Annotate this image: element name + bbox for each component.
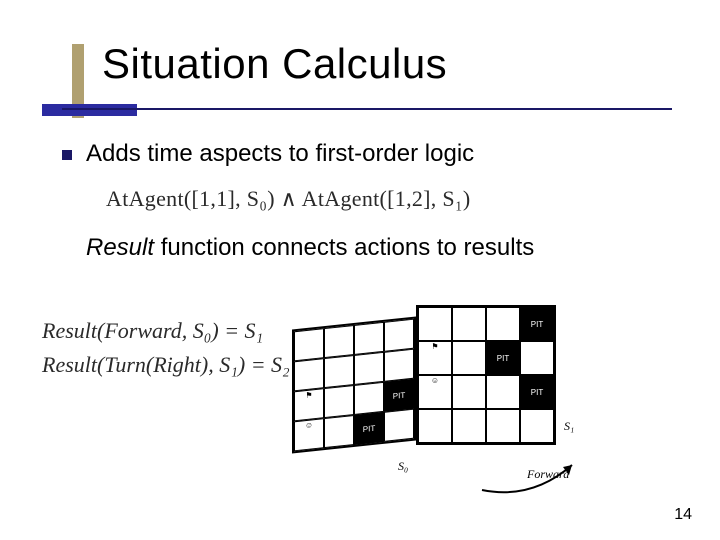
slide-title: Situation Calculus [62,40,680,88]
situation-grids-figure: ⚑PIT ☺PIT PIT ⚑PIT ☺PIT S₀ S₁ Forward [292,309,622,509]
pit-cell: PIT [520,307,554,341]
pit-cell: PIT [354,412,384,445]
result-italic: Result [86,234,154,261]
forward-arrow-icon [477,455,587,495]
slide-body: Adds time aspects to first-order logic A… [62,140,670,276]
title-underline [62,108,672,110]
page-number: 14 [674,506,692,524]
bullet-item-1: Adds time aspects to first-order logic [62,140,670,168]
pit-cell: PIT [486,341,520,375]
bullet-text-1: Adds time aspects to first-order logic [86,140,474,168]
title-block: Situation Calculus [62,40,680,88]
grid-s0: ⚑PIT ☺PIT [292,316,416,453]
pit-cell: PIT [384,379,414,412]
pit-cell: PIT [520,375,554,409]
result-sentence: Result function connects actions to resu… [86,234,670,262]
lower-content: Result(Forward, S₀) = S₁ Result(Turn(Rig… [42,314,680,514]
bullet-square-icon [62,150,72,160]
formula-atagent-text: AtAgent([1,1], S₀) ∧ AtAgent([1,2], S₁) [106,186,471,211]
formula-atagent: AtAgent([1,1], S₀) ∧ AtAgent([1,2], S₁) [106,186,670,212]
label-s1: S₁ [564,419,574,434]
result-rest: function connects actions to results [154,234,534,261]
label-s0: S₀ [398,459,408,474]
grid-s1: PIT ⚑PIT ☺PIT [416,305,556,445]
